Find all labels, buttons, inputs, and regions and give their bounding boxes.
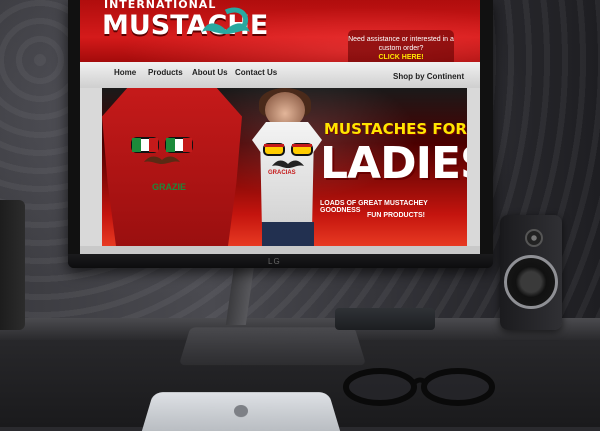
monitor-stand-base xyxy=(178,327,367,366)
spain-glasses-mustache-icon xyxy=(263,143,313,168)
red-tshirt-model xyxy=(102,88,242,246)
red-shirt-text: GRAZIE xyxy=(152,182,187,192)
model-jeans xyxy=(262,222,314,246)
help-box[interactable]: Need assistance or interested in a custo… xyxy=(348,30,454,66)
help-text: Need assistance or interested in a custo… xyxy=(348,36,454,52)
speaker-tweeter xyxy=(525,229,543,247)
italy-glasses-mustache-icon xyxy=(131,137,193,164)
eyeglasses-icon xyxy=(343,368,495,406)
monitor-chin: LG xyxy=(68,254,493,268)
nav-products[interactable]: Products xyxy=(148,68,183,77)
content-bar xyxy=(80,246,480,254)
ipad-device xyxy=(141,392,341,431)
hero-banner[interactable]: GRAZIE GRACIAS MUSTACHES FOR LADIES LOAD… xyxy=(102,88,467,246)
monitor: INTERNATIONAL MUSTACHE Need assistance o… xyxy=(68,0,493,268)
banner-subtitle-2: FUN PRODUCTS! xyxy=(367,212,425,219)
left-speaker xyxy=(0,200,25,330)
nav-about[interactable]: About Us xyxy=(192,68,228,77)
monitor-brand-logo: LG xyxy=(268,257,281,266)
banner-headline-2: LADIES xyxy=(320,138,467,189)
apple-logo-icon xyxy=(233,404,249,418)
banner-headline-1: MUSTACHES FOR xyxy=(324,120,467,138)
nav-contact[interactable]: Contact Us xyxy=(235,68,277,77)
website-screen: INTERNATIONAL MUSTACHE Need assistance o… xyxy=(80,0,480,254)
mini-pc xyxy=(335,308,435,330)
nav-shop-by-continent[interactable]: Shop by Continent xyxy=(393,72,464,81)
help-cta-link[interactable]: CLICK HERE! xyxy=(348,53,454,62)
speaker-woofer xyxy=(504,255,558,309)
right-speaker xyxy=(500,215,562,330)
nav-home[interactable]: Home xyxy=(114,68,136,77)
mustache-logo-icon xyxy=(202,7,250,34)
white-shirt-text: GRACIAS xyxy=(268,170,296,176)
site-header: INTERNATIONAL MUSTACHE Need assistance o… xyxy=(80,0,480,66)
site-nav: Home Products About Us Contact Us Shop b… xyxy=(80,62,480,88)
